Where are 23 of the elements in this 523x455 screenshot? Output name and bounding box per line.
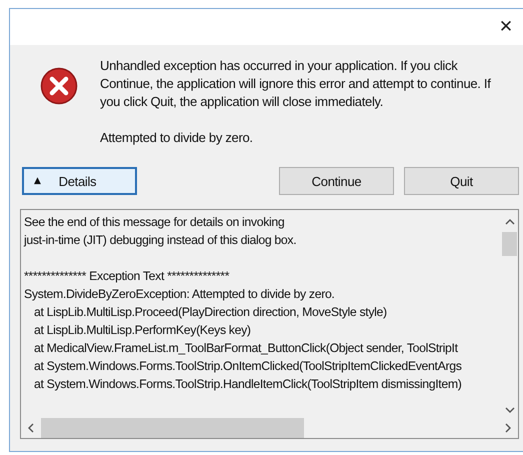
details-line: at LispLib.MultiLisp.Proceed(PlayDirection direction, MoveStyle style): [33, 304, 388, 321]
details-line: ************** Exception Text **************: [24, 268, 230, 285]
error-icon: [40, 67, 78, 105]
error-detail-text: Attempted to divide by zero.: [100, 129, 254, 147]
scroll-right-icon[interactable]: [504, 423, 512, 433]
details-toggle-button[interactable]: ▲ Details: [22, 167, 137, 195]
scroll-up-icon[interactable]: [504, 218, 514, 226]
scrollbar-thumb[interactable]: [41, 418, 304, 438]
details-line: just-in-time (JIT) debugging instead of this dialog box.: [24, 232, 298, 249]
details-text-area[interactable]: [20, 209, 519, 439]
scroll-left-icon[interactable]: [27, 423, 35, 433]
details-line: See the end of this message for details on invoking: [24, 214, 286, 231]
details-line: at MedicalView.FrameList.m_ToolBarFormat_ButtonClick(Object sender, ToolStripIt: [33, 340, 459, 357]
dialog-button[interactable]: Quit: [404, 167, 519, 195]
details-line: at LispLib.MultiLisp.PerformKey(Keys key): [33, 322, 252, 339]
details-line: System.DivideByZeroException: Attempted to divide by zero.: [24, 286, 336, 303]
details-line: at System.Windows.Forms.ToolStrip.OnItemClicked(ToolStripItemClickedEventArgs: [33, 358, 462, 375]
scrollbar-thumb[interactable]: [502, 232, 517, 256]
details-line: at System.Windows.Forms.ToolStrip.HandleItemClick(ToolStripItem dismissingItem): [33, 376, 462, 393]
close-button[interactable]: ✕: [489, 12, 523, 42]
error-message: Unhandled exception has occurred in your application. If you click Continue, the application will ignore this error and attempt to continue. If you click Quit, the application will close immediately.: [100, 57, 492, 111]
scroll-down-icon[interactable]: [504, 406, 514, 414]
dialog-button[interactable]: Continue: [279, 167, 394, 195]
